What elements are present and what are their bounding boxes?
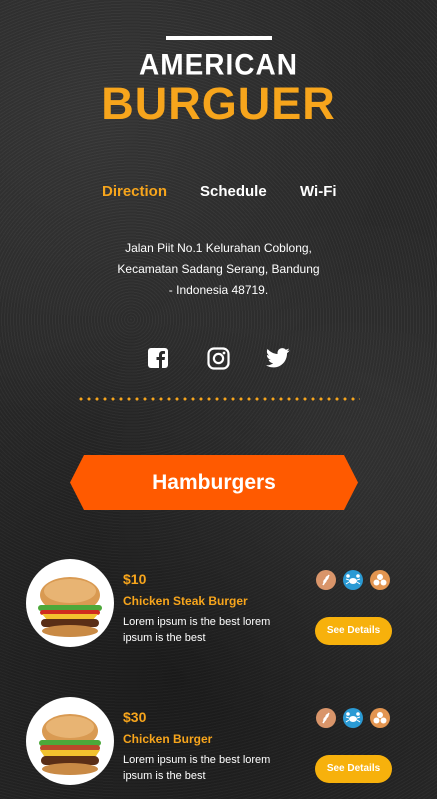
logo-line-2: BURGUER: [101, 78, 336, 129]
address-line-1: Jalan Piit No.1 Kelurahan Coblong,: [125, 241, 312, 255]
social-links: [0, 347, 437, 373]
allergen-badges: [316, 570, 396, 592]
see-details-button[interactable]: See Details: [315, 755, 392, 783]
see-details-button[interactable]: See Details: [315, 617, 392, 645]
item-name: Chicken Burger: [123, 732, 213, 746]
item-price: $30: [123, 709, 147, 725]
wheat-icon: [316, 708, 336, 728]
address-line-3: - Indonesia 48719.: [168, 283, 269, 297]
wheat-icon: [316, 570, 336, 590]
item-price: $10: [123, 571, 147, 587]
facebook-icon[interactable]: [147, 347, 171, 371]
address-line-2: Kecamatan Sadang Serang, Bandung: [117, 262, 320, 276]
info-tabs: Direction Schedule Wi-Fi: [0, 183, 437, 203]
tab-schedule[interactable]: Schedule: [200, 183, 267, 200]
section-title: Hamburgers: [152, 471, 276, 494]
crab-icon: [343, 570, 363, 590]
menu-item: $30 Chicken Burger Lorem ipsum is the be…: [0, 697, 437, 789]
tab-direction[interactable]: Direction: [102, 183, 167, 200]
burger-image: [26, 697, 114, 785]
instagram-icon[interactable]: [207, 347, 231, 371]
address-text: Jalan Piit No.1 Kelurahan Coblong, Kecam…: [100, 238, 337, 301]
item-description: Lorem ipsum is the best lorem ipsum is t…: [123, 754, 271, 782]
section-banner: Hamburgers: [70, 455, 358, 510]
egg-icon: [370, 708, 390, 728]
burger-image: [26, 559, 114, 647]
egg-icon: [370, 570, 390, 590]
menu-item: $10 Chicken Steak Burger Lorem ipsum is …: [0, 559, 437, 651]
logo-line-1: AMERICAN: [139, 48, 298, 81]
brand-logo: AMERICAN BURGUER: [0, 36, 437, 128]
dotted-divider: [77, 397, 360, 401]
item-name: Chicken Steak Burger: [123, 594, 248, 608]
item-description: Lorem ipsum is the best lorem ipsum is t…: [123, 616, 271, 644]
logo-bar: [165, 36, 272, 40]
crab-icon: [343, 708, 363, 728]
allergen-badges: [316, 708, 396, 730]
twitter-icon[interactable]: [265, 347, 290, 371]
tab-wifi[interactable]: Wi-Fi: [300, 183, 337, 200]
